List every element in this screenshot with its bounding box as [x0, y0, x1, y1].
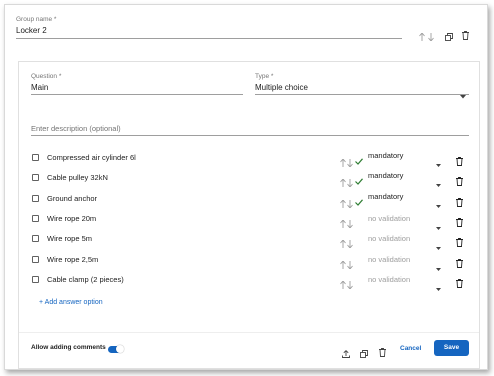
- option-label[interactable]: Compressed air cylinder 6l: [47, 153, 136, 162]
- option-checkbox[interactable]: [32, 174, 39, 181]
- delete-option-icon[interactable]: [456, 194, 463, 212]
- footer-divider: [19, 332, 479, 333]
- move-down-icon[interactable]: [347, 154, 353, 172]
- answer-option-row: Wire rope 5m no validation: [19, 233, 479, 250]
- move-up-icon[interactable]: [340, 174, 346, 192]
- group-name-input[interactable]: Locker 2: [16, 26, 47, 35]
- chevron-down-icon[interactable]: [436, 195, 441, 213]
- option-label[interactable]: Wire rope 5m: [47, 234, 92, 243]
- option-label[interactable]: Ground anchor: [47, 194, 97, 203]
- check-icon: [355, 193, 363, 211]
- cancel-button[interactable]: Cancel: [400, 345, 421, 352]
- check-icon: [355, 172, 363, 190]
- chevron-down-icon[interactable]: [436, 278, 441, 296]
- type-label: Type *: [255, 73, 274, 80]
- chevron-down-icon[interactable]: [436, 174, 441, 192]
- validation-select[interactable]: no validation: [368, 234, 410, 243]
- option-checkbox[interactable]: [32, 276, 39, 283]
- move-down-icon[interactable]: [347, 256, 353, 274]
- question-input[interactable]: Main: [31, 83, 48, 92]
- move-down-icon[interactable]: [428, 28, 434, 46]
- answer-option-row: Ground anchor mandatory: [19, 192, 479, 209]
- move-down-icon[interactable]: [347, 276, 353, 294]
- toggle-knob: [116, 345, 124, 353]
- validation-select[interactable]: no validation: [368, 275, 410, 284]
- move-up-icon[interactable]: [340, 276, 346, 294]
- trash-icon[interactable]: [379, 344, 386, 362]
- validation-select[interactable]: mandatory: [368, 171, 403, 180]
- question-label: Question *: [31, 73, 62, 80]
- move-down-icon[interactable]: [347, 215, 353, 233]
- duplicate-icon[interactable]: [445, 28, 453, 46]
- option-label[interactable]: Wire rope 20m: [47, 214, 96, 223]
- answer-option-row: Cable pulley 32kN mandatory: [19, 171, 479, 188]
- copy-icon[interactable]: [360, 345, 368, 363]
- delete-option-icon[interactable]: [456, 275, 463, 293]
- chevron-down-icon[interactable]: [436, 154, 441, 172]
- move-up-icon[interactable]: [419, 28, 425, 46]
- validation-select[interactable]: mandatory: [368, 192, 403, 201]
- option-checkbox[interactable]: [32, 215, 39, 222]
- move-up-icon[interactable]: [340, 256, 346, 274]
- answer-option-row: Cable clamp (2 pieces) no validation: [19, 274, 479, 291]
- type-dropdown-icon[interactable]: [460, 86, 466, 104]
- move-up-icon[interactable]: [340, 195, 346, 213]
- answer-option-row: Wire rope 20m no validation: [19, 213, 479, 230]
- move-up-icon[interactable]: [340, 235, 346, 253]
- delete-option-icon[interactable]: [456, 153, 463, 171]
- type-underline: [255, 94, 469, 95]
- move-up-icon[interactable]: [340, 215, 346, 233]
- delete-option-icon[interactable]: [456, 255, 463, 273]
- option-checkbox[interactable]: [32, 195, 39, 202]
- chevron-down-icon[interactable]: [436, 237, 441, 255]
- move-down-icon[interactable]: [347, 195, 353, 213]
- upload-icon[interactable]: [342, 345, 350, 363]
- delete-option-icon[interactable]: [456, 214, 463, 232]
- add-answer-option-link[interactable]: + Add answer option: [39, 299, 103, 306]
- delete-option-icon[interactable]: [456, 234, 463, 252]
- validation-select[interactable]: mandatory: [368, 151, 403, 160]
- validation-select[interactable]: no validation: [368, 214, 410, 223]
- description-input[interactable]: Enter description (optional): [31, 124, 121, 133]
- answer-option-row: Compressed air cylinder 6l mandatory: [19, 151, 479, 168]
- option-label[interactable]: Cable pulley 32kN: [47, 173, 108, 182]
- move-up-icon[interactable]: [340, 154, 346, 172]
- option-checkbox[interactable]: [32, 256, 39, 263]
- group-name-underline: [16, 38, 402, 39]
- validation-select[interactable]: no validation: [368, 255, 410, 264]
- description-underline: [31, 135, 469, 136]
- delete-icon[interactable]: [462, 27, 469, 45]
- allow-comments-toggle[interactable]: [108, 345, 124, 354]
- allow-comments-label: Allow adding comments: [31, 344, 106, 351]
- check-icon: [355, 152, 363, 170]
- question-underline: [31, 94, 243, 95]
- option-checkbox[interactable]: [32, 154, 39, 161]
- question-card: Question * Main Type * Multiple choice E…: [18, 61, 480, 369]
- group-name-label: Group name *: [16, 16, 57, 23]
- delete-option-icon[interactable]: [456, 173, 463, 191]
- save-button[interactable]: Save: [434, 340, 469, 356]
- question-group-card: Group name * Locker 2 Question * Main Ty…: [4, 4, 488, 370]
- answer-option-row: Wire rope 2,5m no validation: [19, 254, 479, 271]
- move-down-icon[interactable]: [347, 235, 353, 253]
- option-label[interactable]: Wire rope 2,5m: [47, 255, 98, 264]
- move-down-icon[interactable]: [347, 174, 353, 192]
- option-checkbox[interactable]: [32, 235, 39, 242]
- type-select[interactable]: Multiple choice: [255, 83, 308, 92]
- option-label[interactable]: Cable clamp (2 pieces): [47, 275, 124, 284]
